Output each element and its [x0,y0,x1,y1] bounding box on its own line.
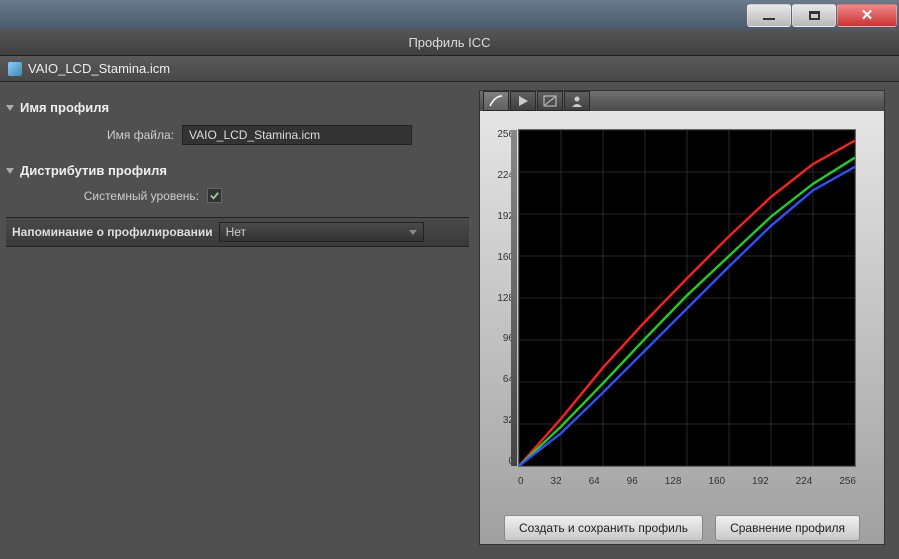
section-profile-name[interactable]: Имя профиля [6,96,469,119]
system-level-checkbox[interactable] [207,188,222,203]
reminder-label: Напоминание о профилировании [12,225,219,239]
compare-button[interactable]: Сравнение профиля [715,515,860,541]
expand-icon [6,168,14,174]
create-save-button[interactable]: Создать и сохранить профиль [504,515,703,541]
system-level-label: Системный уровень: [12,189,207,203]
filename-display: VAIO_LCD_Stamina.icm [28,61,170,76]
filename-field[interactable] [182,125,412,145]
chart-canvas [518,129,856,467]
maximize-button[interactable] [792,4,836,27]
chart-preview: 2562241921601289664320 03264961281601922… [479,90,885,545]
expand-icon [6,105,14,111]
section-distribution[interactable]: Дистрибутив профиля [6,159,469,182]
tool-curves-icon[interactable] [483,91,509,111]
reminder-dropdown[interactable]: Нет [219,222,424,242]
chart-area: 2562241921601289664320 03264961281601922… [480,111,884,505]
x-axis: 0326496128160192224256 [518,476,856,487]
file-header: VAIO_LCD_Stamina.icm [0,56,899,82]
window-title: Профиль ICC [0,30,899,56]
titlebar: ✕ [0,0,899,30]
close-button[interactable]: ✕ [837,4,897,27]
properties-panel: Имя профиля Имя файла: Дистрибутив профи… [0,82,475,559]
tool-play-icon[interactable] [510,91,536,111]
filename-label: Имя файла: [12,128,182,142]
chart-scale-bar [511,130,517,466]
chart-toolbar [480,91,884,111]
tool-user-icon[interactable] [564,91,590,111]
minimize-button[interactable] [747,4,791,27]
tool-linear-icon[interactable] [537,91,563,111]
file-icon [8,62,22,76]
